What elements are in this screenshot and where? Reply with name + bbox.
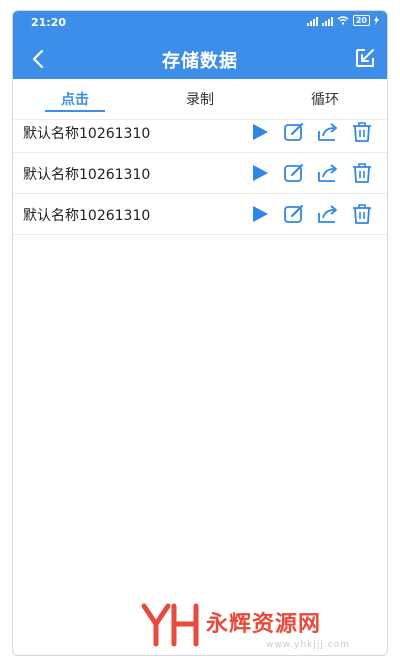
row-actions xyxy=(249,121,373,143)
record-list: 默认名称10261310 默认名称10261310 默认名称10261310 xyxy=(13,112,387,235)
play-icon[interactable] xyxy=(249,121,271,143)
play-icon[interactable] xyxy=(249,203,271,225)
trash-icon[interactable] xyxy=(351,121,373,143)
list-item: 默认名称10261310 xyxy=(13,153,387,194)
record-name: 默认名称10261310 xyxy=(23,167,151,183)
page-title: 存储数据 xyxy=(162,51,238,72)
watermark-text: 永辉资源网 xyxy=(206,612,322,637)
battery-icon: 20 xyxy=(352,15,370,26)
app-header: 21:20 20 存储数据 xyxy=(13,11,387,79)
signal-icon xyxy=(306,16,318,26)
play-icon[interactable] xyxy=(249,162,271,184)
edit-icon[interactable] xyxy=(283,203,305,225)
tab-record[interactable]: 录制 xyxy=(160,89,240,109)
list-item: 默认名称10261310 xyxy=(13,112,387,153)
export-icon[interactable] xyxy=(353,46,377,70)
record-name: 默认名称10261310 xyxy=(23,208,151,224)
trash-icon[interactable] xyxy=(351,203,373,225)
charging-icon xyxy=(374,16,379,25)
list-item: 默认名称10261310 xyxy=(13,194,387,235)
watermark-url: www.yhkjjj.com xyxy=(266,640,350,650)
row-actions xyxy=(249,162,373,184)
tab-click[interactable]: 点击 xyxy=(35,89,115,109)
row-actions xyxy=(249,203,373,225)
record-name: 默认名称10261310 xyxy=(23,126,151,142)
trash-icon[interactable] xyxy=(351,162,373,184)
tab-loop[interactable]: 循环 xyxy=(285,89,365,109)
share-icon[interactable] xyxy=(317,162,339,184)
status-bar: 21:20 20 xyxy=(13,11,387,33)
edit-icon[interactable] xyxy=(283,121,305,143)
watermark: 永辉资源网 www.yhkjjj.com xyxy=(140,596,380,656)
watermark-logo-icon xyxy=(141,603,199,647)
app-window: 21:20 20 存储数据 点击 录制 循环 默认名称10261310 默认名称… xyxy=(12,10,388,656)
nav-bar: 存储数据 xyxy=(13,41,387,77)
edit-icon[interactable] xyxy=(283,162,305,184)
signal-icon xyxy=(321,16,333,26)
share-icon[interactable] xyxy=(317,121,339,143)
wifi-icon xyxy=(337,16,349,25)
status-icons: 20 xyxy=(306,15,379,26)
share-icon[interactable] xyxy=(317,203,339,225)
status-time: 21:20 xyxy=(31,16,67,29)
